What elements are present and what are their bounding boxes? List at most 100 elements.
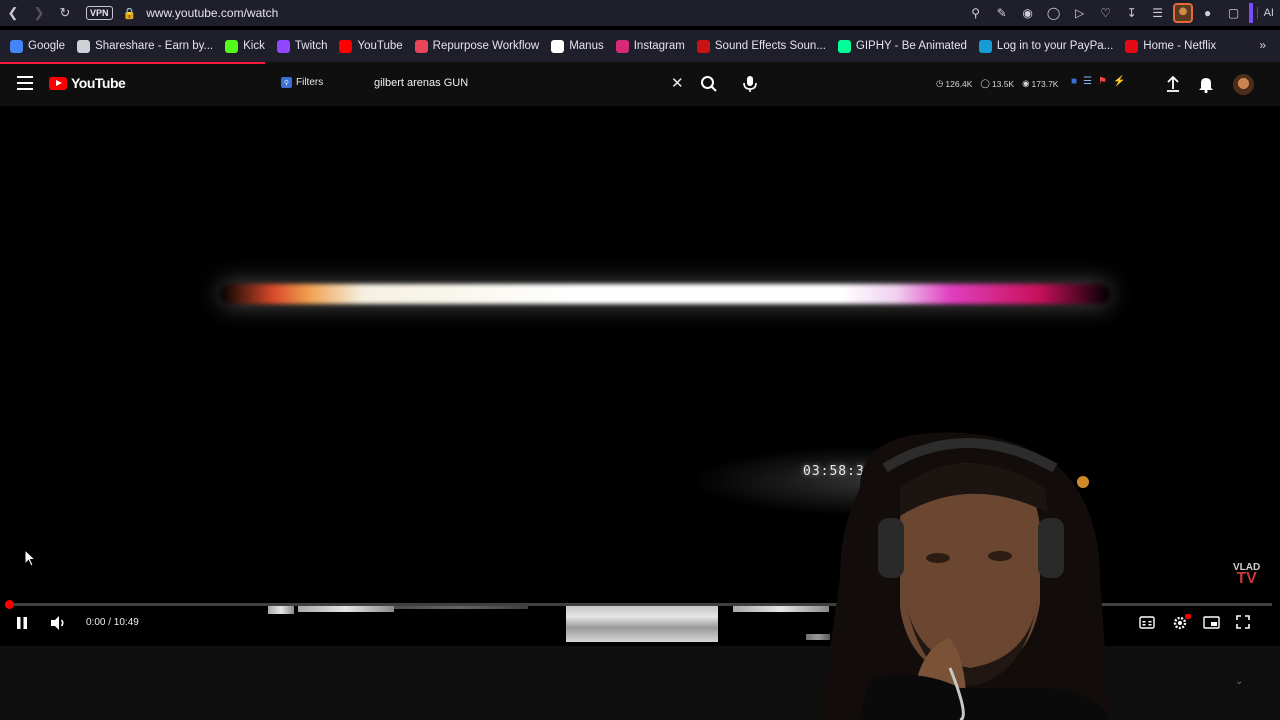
eye-icon: ◉ xyxy=(1022,78,1030,88)
ext-flag-icon[interactable]: ⚑ xyxy=(1098,76,1107,87)
filters-label: Filters xyxy=(296,77,324,88)
bookmark-label: Log in to your PayPa... xyxy=(996,40,1114,52)
bookmark-item[interactable]: Manus xyxy=(551,39,604,53)
bookmark-label: Google xyxy=(28,40,66,52)
camera-icon[interactable]: ◉ xyxy=(1017,2,1039,24)
video-light-streak xyxy=(220,284,1110,304)
mouse-cursor-icon xyxy=(24,549,36,567)
bookmark-item[interactable]: Kick xyxy=(225,39,265,53)
views-stat: ◷ 126.4K xyxy=(936,78,973,89)
bookmark-item[interactable]: Twitch xyxy=(276,39,328,53)
browser-toolbar: ❮ ❯ ↻ VPN 🔒 www.youtube.com/watch ⚲ ✎ ◉ … xyxy=(0,0,1280,26)
bookmark-label: Sound Effects Soun... xyxy=(714,40,826,52)
profile-avatar[interactable] xyxy=(1172,3,1193,23)
netflix-icon xyxy=(1125,39,1139,53)
miniplayer-icon[interactable] xyxy=(1203,616,1220,629)
ext-list-icon[interactable]: ☰ xyxy=(1083,76,1092,87)
webcam-overlay xyxy=(820,432,1110,720)
bookmark-item[interactable]: Shareshare - Earn by... xyxy=(77,39,214,53)
bookmark-item[interactable]: Repurpose Workflow xyxy=(414,39,540,53)
bookmark-item[interactable]: Home - Netflix xyxy=(1125,39,1217,53)
extension-icon[interactable]: ● xyxy=(1197,2,1219,24)
paypal-icon xyxy=(978,39,992,53)
likes-stat: ◯ 13.5K xyxy=(980,78,1015,89)
forward-button[interactable]: ❯ xyxy=(26,0,52,26)
bookmark-item[interactable]: Log in to your PayPa... xyxy=(978,39,1114,53)
bookmark-item[interactable]: Sound Effects Soun... xyxy=(696,39,826,53)
channel-watermark: VLAD TV xyxy=(1233,562,1260,587)
bookmark-item[interactable]: Google xyxy=(10,39,66,53)
filter-icon: ⚲ xyxy=(281,77,292,88)
ext-blue-icon[interactable]: ■ xyxy=(1071,76,1077,87)
giphy-icon xyxy=(837,39,851,53)
ext-bolt-icon[interactable]: ⚡ xyxy=(1113,76,1125,87)
youtube-header: YouTube ⚲ Filters gilbert arenas GUN ✕ ◷… xyxy=(0,62,1280,106)
bookmark-label: GIPHY - Be Animated xyxy=(855,40,967,52)
bookmark-item[interactable]: Instagram xyxy=(615,39,685,53)
twitch-icon xyxy=(276,39,290,53)
fullscreen-icon[interactable] xyxy=(1236,615,1250,629)
ai-button[interactable]: AI xyxy=(1256,7,1274,19)
search-box[interactable]: gilbert arenas GUN ✕ xyxy=(365,72,693,96)
repurpose-icon xyxy=(414,39,428,53)
like-icon: ◯ xyxy=(980,78,990,88)
hamburger-menu-icon[interactable] xyxy=(17,76,33,94)
lock-icon[interactable]: 🔒 xyxy=(123,7,137,20)
search-icon[interactable] xyxy=(699,74,719,94)
play-icon[interactable]: ▷ xyxy=(1069,2,1091,24)
bookmark-label: Repurpose Workflow xyxy=(432,40,540,52)
bookmark-label: Twitch xyxy=(294,40,328,52)
bookmark-label: Home - Netflix xyxy=(1143,40,1217,52)
address-bar[interactable]: www.youtube.com/watch xyxy=(146,6,278,20)
bookmark-label: Manus xyxy=(569,40,604,52)
bookmarks-overflow-icon[interactable]: » xyxy=(1259,38,1266,52)
page-icon xyxy=(77,39,91,53)
glitch-bar xyxy=(394,606,528,609)
filters-button[interactable]: ⚲ Filters xyxy=(281,77,323,88)
extension-stats: ◷ 126.4K ◯ 13.5K ◉ 173.7K xyxy=(936,78,1058,89)
bookmarks-bar: Google Shareshare - Earn by... Kick Twitch Y… xyxy=(0,30,1280,62)
time-display: 0:00 / 10:49 xyxy=(86,617,139,628)
youtube-icon xyxy=(339,39,353,53)
shield-icon[interactable]: ◯ xyxy=(1043,2,1065,24)
youtube-logo-text: YouTube xyxy=(71,75,126,91)
heart-icon[interactable]: ♡ xyxy=(1095,2,1117,24)
upload-icon[interactable] xyxy=(1164,74,1182,94)
search-input[interactable]: gilbert arenas GUN xyxy=(374,77,468,89)
kick-icon xyxy=(225,39,239,53)
youtube-play-icon xyxy=(49,76,67,90)
notifications-bell-icon[interactable] xyxy=(1197,74,1215,94)
cube-icon[interactable]: ▢ xyxy=(1223,2,1245,24)
bookmark-label: YouTube xyxy=(357,40,403,52)
download-icon[interactable]: ↧ xyxy=(1121,2,1143,24)
views-icon: ◷ xyxy=(936,78,944,88)
bookmark-item[interactable]: YouTube xyxy=(339,39,403,53)
watermark-bottom: TV xyxy=(1236,570,1257,587)
hd-badge xyxy=(1185,614,1191,619)
bookmark-item[interactable]: GIPHY - Be Animated xyxy=(837,39,967,53)
bookmark-label: Instagram xyxy=(633,40,685,52)
subs-stat: ◉ 173.7K xyxy=(1022,78,1059,89)
instagram-icon xyxy=(615,39,629,53)
account-avatar[interactable] xyxy=(1233,74,1254,95)
edit-icon[interactable]: ✎ xyxy=(991,2,1013,24)
youtube-logo[interactable]: YouTube xyxy=(49,75,126,91)
pause-icon[interactable] xyxy=(15,616,29,630)
manus-icon xyxy=(551,39,565,53)
vpn-badge[interactable]: VPN xyxy=(86,6,113,20)
browser-toolbar-right: ⚲ ✎ ◉ ◯ ▷ ♡ ↧ ☰ ● ▢ AI xyxy=(965,0,1274,26)
microphone-icon[interactable] xyxy=(741,74,759,94)
bookmark-label: Shareshare - Earn by... xyxy=(95,40,214,52)
reload-button[interactable]: ↻ xyxy=(52,0,78,26)
progress-scrubber-handle[interactable] xyxy=(5,600,14,609)
volume-icon[interactable] xyxy=(49,615,67,631)
extension-icons: ■ ☰ ⚑ ⚡ xyxy=(1071,76,1125,87)
chevron-down-icon[interactable]: ⌄ xyxy=(1235,676,1243,687)
google-icon xyxy=(10,39,23,53)
captions-icon[interactable] xyxy=(1139,616,1155,629)
back-button[interactable]: ❮ xyxy=(0,0,26,26)
menu-icon[interactable]: ☰ xyxy=(1147,2,1169,24)
zoom-icon[interactable]: ⚲ xyxy=(965,2,987,24)
accent-divider xyxy=(1248,3,1253,23)
clear-search-icon[interactable]: ✕ xyxy=(671,74,684,92)
